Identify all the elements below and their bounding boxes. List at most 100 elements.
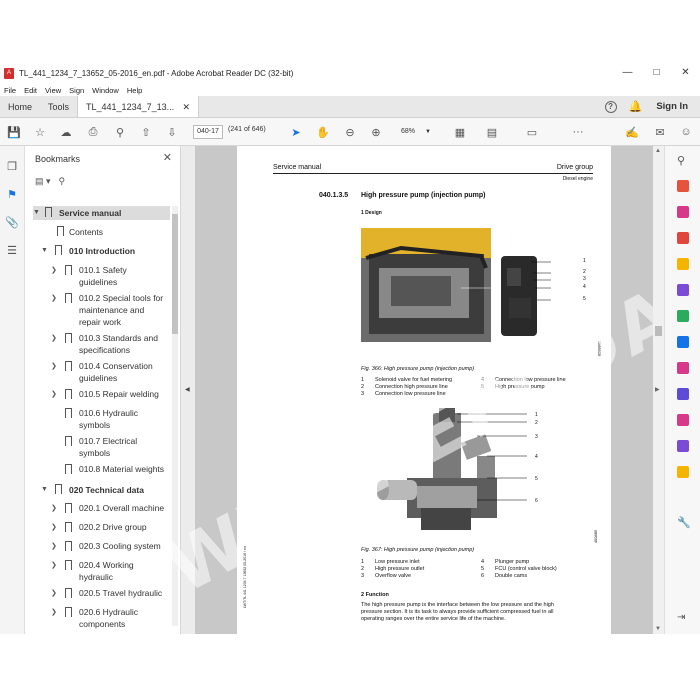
- scroll-mode-icon[interactable]: ▤: [484, 124, 500, 140]
- prev-page-icon[interactable]: ⇧: [138, 124, 154, 140]
- help-icon[interactable]: ?: [604, 100, 617, 113]
- print-icon[interactable]: ⎙: [85, 124, 101, 140]
- bookmark-label: guidelines: [79, 373, 118, 383]
- minimize-button[interactable]: —: [613, 62, 642, 84]
- export-pdf-icon[interactable]: [677, 180, 689, 192]
- zoom-search-icon[interactable]: ⚲: [112, 124, 128, 140]
- close-panel-icon[interactable]: ✕: [163, 151, 172, 164]
- bookmark-010-4[interactable]: ❯ 010.4 Conservation guidelines: [51, 360, 170, 386]
- create-pdf-icon[interactable]: [677, 206, 689, 218]
- zoom-out-icon[interactable]: ⊖: [342, 124, 358, 140]
- bookmark-search-icon[interactable]: ⚲: [59, 176, 66, 187]
- hand-icon[interactable]: ✋: [315, 124, 331, 140]
- mail-icon[interactable]: ✉: [652, 124, 668, 140]
- zoom-value: 68%: [401, 128, 416, 135]
- toolbar: 💾 ☆ ☁ ⎙ ⚲ ⇧ ⇩ 040-17 (241 of 646) ➤ ✋ ⊖ …: [0, 118, 700, 146]
- star-icon[interactable]: ☆: [32, 124, 48, 140]
- stamp-icon[interactable]: [677, 466, 689, 478]
- maximize-button[interactable]: □: [642, 62, 671, 84]
- collapse-right-icon[interactable]: ▶: [655, 386, 660, 393]
- scroll-up-icon[interactable]: ▲: [655, 148, 661, 154]
- menu-edit[interactable]: Edit: [24, 86, 37, 95]
- bookmark-010-3[interactable]: ❯ 010.3 Standards and specifications: [51, 332, 170, 358]
- document-scrollbar[interactable]: ▲ ▶ ▼: [653, 146, 664, 634]
- bookmark-options-icon[interactable]: ▤ ▾: [35, 176, 51, 187]
- tab-document[interactable]: TL_441_1234_7_13... ✕: [77, 96, 200, 118]
- more-icon[interactable]: ···: [570, 124, 586, 140]
- bookmark-020-4[interactable]: ❯ 020.4 Working hydraulic: [51, 559, 170, 585]
- bookmark-010-introduction[interactable]: ▼ 010 Introduction: [41, 244, 170, 258]
- bookmark-label: 010.6 Hydraulic: [79, 408, 139, 418]
- bookmark-010-5[interactable]: ❯ 010.5 Repair welding: [51, 388, 170, 402]
- bell-icon[interactable]: 🔔: [629, 100, 643, 113]
- search-icon[interactable]: ⚲: [677, 154, 685, 167]
- function-text-line2: pressure section. It is its task to alwa…: [361, 609, 554, 615]
- next-page-icon[interactable]: ⇩: [164, 124, 180, 140]
- layers-icon[interactable]: ☰: [5, 244, 19, 258]
- menu-help[interactable]: Help: [127, 86, 142, 95]
- acrobat-icon: A: [4, 67, 14, 79]
- scroll-down-icon[interactable]: ▼: [655, 626, 661, 632]
- page-header-left: Service manual: [273, 164, 322, 171]
- zoom-in-icon[interactable]: ⊕: [368, 124, 384, 140]
- upload-icon[interactable]: ☁: [58, 124, 74, 140]
- menu-window[interactable]: Window: [92, 86, 119, 95]
- sign-in-button[interactable]: Sign In: [656, 101, 688, 112]
- save-icon[interactable]: 💾: [6, 124, 22, 140]
- bookmark-010-6[interactable]: 010.6 Hydraulic symbols: [65, 407, 170, 433]
- bookmark-020-6[interactable]: ❯ 020.6 Hydraulic components: [51, 606, 170, 632]
- scan-ocr-icon[interactable]: [677, 336, 689, 348]
- bookmark-service-manual[interactable]: ▼ Service manual: [33, 206, 170, 220]
- comment-tool-icon[interactable]: [677, 258, 689, 270]
- navigation-rail: ❐ ⚑ 📎 ☰: [0, 146, 25, 634]
- page-fit-icon[interactable]: ▦: [452, 124, 468, 140]
- legend-number: 1: [361, 377, 365, 383]
- collapse-pane-icon[interactable]: ⇥: [677, 612, 685, 623]
- bookmark-contents[interactable]: Contents: [55, 225, 170, 239]
- menu-sign[interactable]: Sign: [69, 86, 84, 95]
- bookmark-010-7[interactable]: 010.7 Electrical symbols: [65, 435, 170, 461]
- tab-home[interactable]: Home: [0, 96, 40, 117]
- send-for-signature-icon[interactable]: [677, 440, 689, 452]
- bookmark-020-3[interactable]: ❯ 020.3 Cooling system: [51, 540, 170, 554]
- legend-number: 5: [481, 566, 485, 572]
- callout-6: 6: [535, 498, 538, 504]
- combine-files-icon[interactable]: [677, 284, 689, 296]
- collapse-left-icon[interactable]: ◀: [185, 386, 190, 393]
- bookmark-020-2[interactable]: ❯ 020.2 Drive group: [51, 521, 170, 535]
- bookmark-010-2[interactable]: ❯ 010.2 Special tools for maintenance an…: [51, 292, 170, 330]
- bookmarks-scroll-thumb[interactable]: [172, 214, 178, 334]
- comment-icon[interactable]: ▭: [524, 124, 540, 140]
- attachment-icon[interactable]: 📎: [5, 216, 19, 230]
- share-user-icon[interactable]: ☺: [678, 124, 694, 140]
- bookmark-020-5[interactable]: ❯ 020.5 Travel hydraulic: [51, 587, 170, 601]
- document-scroll-thumb[interactable]: [655, 326, 662, 336]
- select-cursor-icon[interactable]: ➤: [288, 124, 304, 140]
- legend-number: 3: [361, 391, 365, 397]
- bookmark-020-technical-data[interactable]: ▼ 020 Technical data: [41, 483, 170, 497]
- bookmark-010-1[interactable]: ❯ 010.1 Safety guidelines: [51, 264, 170, 290]
- sign-pen-icon[interactable]: ✍: [624, 124, 640, 140]
- page-number-input[interactable]: 040-17: [193, 125, 223, 139]
- zoom-select[interactable]: 68% ▼: [393, 125, 437, 139]
- bookmark-label: 010.7 Electrical: [79, 436, 138, 446]
- header-rule: [273, 173, 593, 174]
- bookmark-icon[interactable]: ⚑: [5, 188, 19, 202]
- fill-sign-icon[interactable]: [677, 362, 689, 374]
- menu-view[interactable]: View: [45, 86, 61, 95]
- tab-close-icon[interactable]: ✕: [182, 96, 190, 118]
- bookmark-010-8[interactable]: 010.8 Material weights: [65, 463, 170, 477]
- legend-text: Overflow valve: [375, 573, 412, 579]
- menu-file[interactable]: File: [4, 86, 16, 95]
- page-thumbnails-icon[interactable]: ❐: [5, 160, 19, 174]
- organize-pages-icon[interactable]: [677, 310, 689, 322]
- print-production-icon[interactable]: [677, 414, 689, 426]
- bookmark-label: 020.3 Cooling system: [79, 541, 161, 551]
- protect-icon[interactable]: [677, 388, 689, 400]
- bookmark-020-1[interactable]: ❯ 020.1 Overall machine: [51, 502, 170, 516]
- edit-pdf-icon[interactable]: [677, 232, 689, 244]
- tab-tools[interactable]: Tools: [40, 96, 77, 117]
- wrench-icon[interactable]: 🔧: [677, 516, 691, 529]
- callout-3: 3: [583, 276, 586, 282]
- close-button[interactable]: ✕: [671, 62, 700, 84]
